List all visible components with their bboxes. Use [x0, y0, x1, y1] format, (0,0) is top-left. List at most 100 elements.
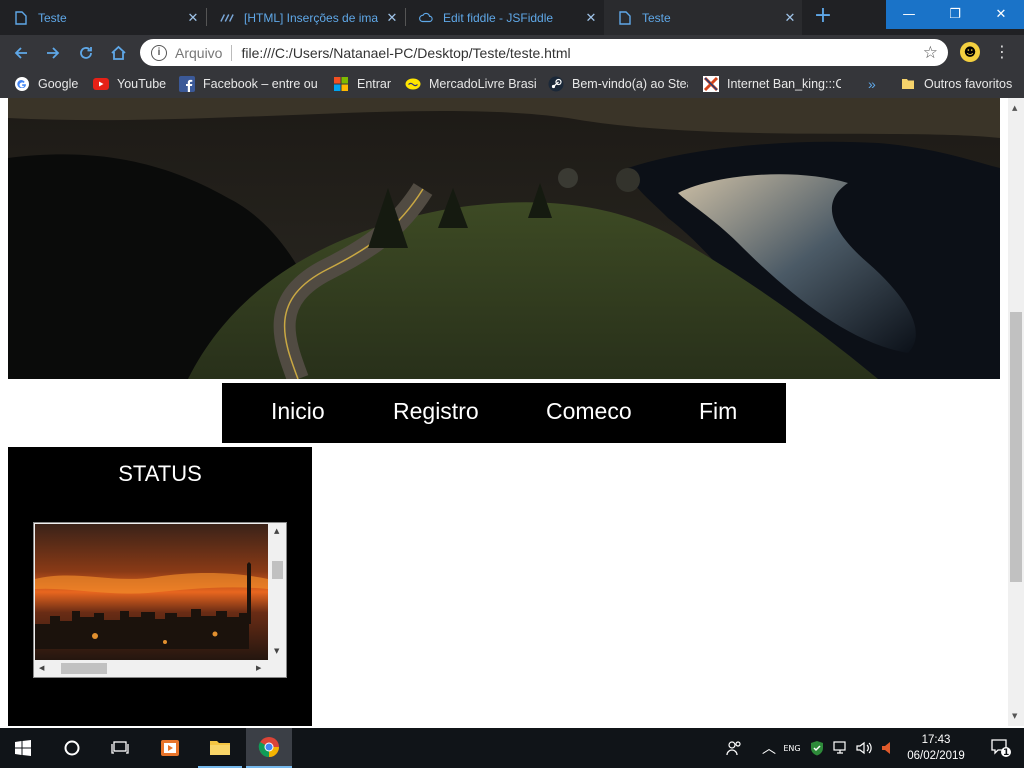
notifications-button[interactable]: 1 — [978, 728, 1024, 768]
hero-landscape-image — [8, 98, 1000, 379]
bank-icon — [703, 76, 719, 92]
search-button[interactable] — [50, 728, 94, 768]
page-viewport: Inicio Registro Comeco Fim STATUS ▲ ▼ ◀ … — [0, 98, 1008, 726]
divider — [231, 44, 233, 61]
more-bookmarks-button[interactable]: » — [868, 70, 882, 98]
tab-label: Edit fiddle - JSFiddle — [443, 10, 554, 25]
new-tab-button[interactable]: + — [810, 4, 836, 30]
tab-strip: Teste ✕ [HTML] Inserções de ima ✕ Edit f… — [0, 0, 1024, 35]
menu-icon[interactable]: ⋮ — [994, 41, 1010, 63]
taskbar: ︿ ENG 1 — [0, 728, 1024, 768]
notification-count: 1 — [1003, 748, 1010, 758]
reload-button[interactable] — [74, 41, 98, 65]
bookmark-label: Entrar — [357, 77, 392, 91]
facebook-icon — [179, 76, 195, 92]
bookmark-label: YouTube — [117, 77, 167, 91]
volume-icon[interactable] — [854, 728, 876, 768]
home-button[interactable] — [106, 41, 130, 65]
address-bar[interactable]: i Arquivo file:///C:/Users/Natanael-PC/D… — [140, 39, 948, 66]
speaker-muted-icon[interactable] — [878, 728, 896, 768]
bookmark-mercadolivre[interactable]: MercadoLivre Brasil — [405, 70, 537, 98]
star-icon[interactable]: ☆ — [923, 43, 938, 63]
scrollable-image-frame[interactable]: ▲ ▼ ◀ ▶ — [33, 522, 287, 678]
document-icon — [14, 10, 28, 25]
media-player-icon — [161, 740, 179, 756]
folder-icon — [900, 76, 916, 92]
frame-hscroll-thumb[interactable] — [61, 663, 107, 674]
forward-button[interactable] — [41, 41, 65, 65]
restore-button[interactable]: ❐ — [932, 0, 978, 29]
bookmarks-bar: Google YouTube Facebook – entre ou Entra… — [0, 70, 1024, 98]
file-chip: Arquivo — [175, 44, 223, 61]
tab-label: [HTML] Inserções de ima — [244, 10, 379, 25]
nav-link-registro[interactable]: Registro — [393, 383, 479, 443]
url-text[interactable]: file:///C:/Users/Natanael-PC/Desktop/Tes… — [241, 45, 570, 61]
scroll-left-arrow-icon[interactable]: ◀ — [39, 664, 44, 672]
bookmark-facebook[interactable]: Facebook – entre ou — [179, 70, 321, 98]
page-scroll-down-icon[interactable]: ▼ — [1012, 712, 1017, 720]
close-icon[interactable]: ✕ — [181, 10, 205, 26]
cortana-circle-icon — [64, 740, 80, 756]
close-icon[interactable]: ✕ — [380, 10, 404, 26]
task-view-icon — [111, 741, 129, 754]
nav-link-fim[interactable]: Fim — [699, 383, 737, 443]
people-icon[interactable] — [722, 728, 746, 768]
address-toolbar: i Arquivo file:///C:/Users/Natanael-PC/D… — [0, 35, 1024, 70]
scroll-down-arrow-icon[interactable]: ▼ — [274, 647, 279, 655]
google-icon — [14, 76, 30, 92]
main-nav: Inicio Registro Comeco Fim — [222, 383, 786, 443]
frame-scroll-thumb[interactable] — [272, 561, 283, 579]
bookmark-steam[interactable]: Bem-vindo(a) ao Stea — [548, 70, 688, 98]
frame-vertical-scrollbar[interactable]: ▲ ▼ — [269, 523, 286, 661]
task-view-button[interactable] — [98, 728, 142, 768]
bookmark-label: Outros favoritos — [924, 77, 1013, 91]
clock-date: 06/02/2019 — [907, 750, 965, 762]
site-logo-icon — [220, 11, 234, 25]
tab-label: Teste — [642, 10, 671, 25]
microsoft-icon — [333, 76, 349, 92]
nav-link-comeco[interactable]: Comeco — [546, 383, 632, 443]
page-scroll-up-icon[interactable]: ▲ — [1012, 104, 1017, 112]
steam-icon — [548, 76, 564, 92]
system-clock[interactable]: 17:43 06/02/2019 — [900, 732, 972, 764]
shield-icon[interactable] — [806, 728, 828, 768]
taskbar-media-app[interactable] — [148, 728, 192, 768]
scroll-right-arrow-icon[interactable]: ▶ — [256, 664, 261, 672]
bookmark-entrar[interactable]: Entrar — [333, 70, 395, 98]
bookmark-label: MercadoLivre Brasil — [429, 77, 537, 91]
start-button[interactable] — [0, 728, 46, 768]
windows-logo-icon — [15, 740, 31, 756]
scroll-up-arrow-icon[interactable]: ▲ — [274, 527, 279, 535]
info-icon[interactable]: i — [151, 44, 167, 61]
bookmark-google[interactable]: Google — [14, 70, 84, 98]
tab-teste-1[interactable]: Teste ✕ — [0, 0, 205, 35]
other-bookmarks-folder[interactable]: Outros favoritos — [900, 70, 1020, 98]
bookmark-internet-banking[interactable]: Internet Ban_king:::C — [703, 70, 841, 98]
arrow-left-icon — [14, 47, 27, 59]
profile-avatar-icon[interactable]: ☻ — [960, 42, 980, 62]
page-scrollbar[interactable]: ▲ ▼ — [1008, 98, 1024, 726]
language-indicator[interactable]: ENG — [782, 728, 802, 768]
minimize-button[interactable]: — — [886, 0, 932, 29]
close-icon[interactable]: ✕ — [579, 10, 603, 26]
reload-icon — [80, 47, 92, 59]
bookmark-label: Google — [38, 77, 79, 91]
network-icon[interactable] — [830, 728, 852, 768]
page-scroll-thumb[interactable] — [1010, 312, 1022, 582]
chevron-up-icon[interactable]: ︿ — [758, 728, 780, 768]
tab-teste-active[interactable]: Teste ✕ — [604, 0, 802, 35]
taskbar-file-explorer[interactable] — [198, 728, 242, 768]
sunset-city-image — [35, 524, 268, 660]
taskbar-chrome[interactable] — [246, 728, 292, 768]
tab-jsfiddle[interactable]: Edit fiddle - JSFiddle ✕ — [405, 0, 603, 35]
youtube-icon — [93, 76, 109, 92]
bookmark-label: Facebook – entre ou — [203, 77, 318, 91]
close-icon[interactable]: ✕ — [778, 10, 802, 26]
tab-html-insercoes[interactable]: [HTML] Inserções de ima ✕ — [206, 0, 404, 35]
frame-horizontal-scrollbar[interactable]: ◀ ▶ — [34, 660, 270, 677]
close-window-button[interactable]: ✕ — [978, 0, 1024, 29]
bookmark-youtube[interactable]: YouTube — [93, 70, 169, 98]
nav-link-inicio[interactable]: Inicio — [271, 383, 325, 443]
back-button[interactable] — [9, 41, 33, 65]
status-title: STATUS — [118, 461, 202, 486]
